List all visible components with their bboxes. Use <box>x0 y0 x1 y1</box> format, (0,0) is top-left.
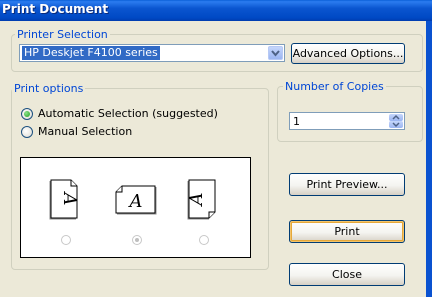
print-preview-button[interactable]: Print Preview... <box>289 173 405 196</box>
landscape-orientation-radio[interactable] <box>132 235 142 245</box>
automatic-selection-radio[interactable] <box>21 108 33 120</box>
svg-text:A: A <box>59 191 80 206</box>
number-of-copies-legend: Number of Copies <box>283 80 386 93</box>
copies-value[interactable]: 1 <box>293 115 300 128</box>
landscape-page-icon: A <box>115 185 157 215</box>
print-label: Print <box>334 225 360 238</box>
title-bar[interactable]: Print Document <box>0 0 432 21</box>
printer-dropdown-value: HP Deskjet F4100 series <box>22 46 160 60</box>
portrait-page-icon: A <box>49 179 80 220</box>
window-border <box>426 21 432 297</box>
svg-text:A: A <box>186 193 207 208</box>
automatic-selection-label[interactable]: Automatic Selection (suggested) <box>38 107 218 120</box>
manual-selection-label[interactable]: Manual Selection <box>38 125 132 138</box>
spinner-buttons <box>389 114 403 128</box>
print-button[interactable]: Print <box>289 220 405 243</box>
window-title: Print Document <box>2 2 109 16</box>
chevron-down-icon[interactable] <box>268 46 283 60</box>
svg-text:A: A <box>128 191 143 212</box>
portrait-orientation-radio[interactable] <box>61 235 71 245</box>
spinner-down-icon[interactable] <box>389 121 403 128</box>
printer-dropdown[interactable]: HP Deskjet F4100 series <box>19 44 285 62</box>
copies-spinner[interactable]: 1 <box>289 112 405 130</box>
portrait-rotated-page-icon: A <box>186 179 216 220</box>
portrait-rotated-orientation-radio[interactable] <box>199 235 209 245</box>
printer-selection-legend: Printer Selection <box>15 28 110 41</box>
close-button[interactable]: Close <box>289 263 405 286</box>
advanced-options-label: Advanced Options... <box>292 47 404 60</box>
print-preview-label: Print Preview... <box>306 178 388 191</box>
print-options-legend: Print options <box>12 82 86 95</box>
advanced-options-button[interactable]: Advanced Options... <box>291 43 405 64</box>
manual-selection-radio[interactable] <box>21 126 33 138</box>
orientation-preview: A A A <box>20 157 251 258</box>
close-label: Close <box>332 268 362 281</box>
spinner-up-icon[interactable] <box>389 114 403 121</box>
